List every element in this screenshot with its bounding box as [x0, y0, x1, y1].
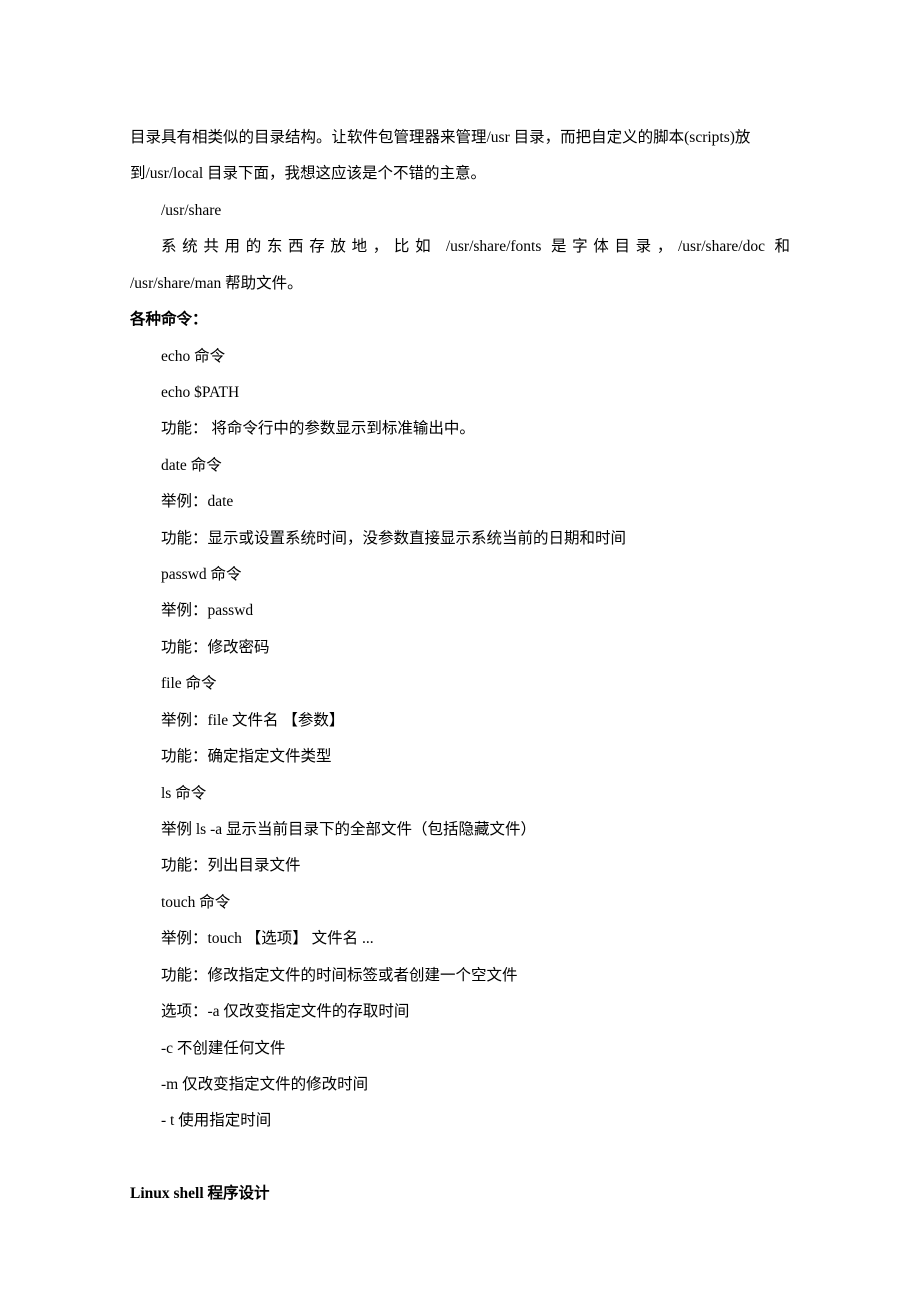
- cmd-touch-opt-c: -c 不创建任何文件: [130, 1031, 790, 1067]
- paragraph-share-desc-2: /usr/share/man 帮助文件。: [130, 266, 790, 302]
- cmd-touch-opt-m: -m 仅改变指定文件的修改时间: [130, 1067, 790, 1103]
- cmd-passwd-name: passwd 命令: [130, 557, 790, 593]
- cmd-echo-func: 功能： 将命令行中的参数显示到标准输出中。: [130, 411, 790, 447]
- cmd-touch-opt-t: - t 使用指定时间: [130, 1103, 790, 1139]
- cmd-date-func: 功能：显示或设置系统时间，没参数直接显示系统当前的日期和时间: [130, 521, 790, 557]
- paragraph-intro: 目录具有相类似的目录结构。让软件包管理器来管理/usr 目录，而把自定义的脚本(…: [130, 120, 790, 193]
- cmd-file-example: 举例：file 文件名 【参数】: [130, 703, 790, 739]
- cmd-echo-example: echo $PATH: [130, 375, 790, 411]
- cmd-ls-example: 举例 ls -a 显示当前目录下的全部文件（包括隐藏文件）: [130, 812, 790, 848]
- cmd-echo-name: echo 命令: [130, 339, 790, 375]
- cmd-date-example: 举例：date: [130, 484, 790, 520]
- cmd-touch-name: touch 命令: [130, 885, 790, 921]
- cmd-passwd-example: 举例：passwd: [130, 593, 790, 629]
- cmd-ls-name: ls 命令: [130, 776, 790, 812]
- cmd-ls-func: 功能：列出目录文件: [130, 848, 790, 884]
- cmd-file-func: 功能：确定指定文件类型: [130, 739, 790, 775]
- paragraph-usr-share: /usr/share: [130, 193, 790, 229]
- cmd-passwd-func: 功能：修改密码: [130, 630, 790, 666]
- cmd-date-name: date 命令: [130, 448, 790, 484]
- cmd-file-name: file 命令: [130, 666, 790, 702]
- cmd-touch-example: 举例：touch 【选项】 文件名 ...: [130, 921, 790, 957]
- heading-commands: 各种命令：: [130, 302, 790, 338]
- heading-linux-shell: Linux shell 程序设计: [130, 1176, 790, 1212]
- paragraph-share-desc-1: 系统共用的东西存放地，比如 /usr/share/fonts 是字体目录，/us…: [130, 229, 790, 265]
- cmd-touch-func: 功能：修改指定文件的时间标签或者创建一个空文件: [130, 958, 790, 994]
- cmd-touch-opt-a: 选项：-a 仅改变指定文件的存取时间: [130, 994, 790, 1030]
- blank-line: [130, 1140, 790, 1176]
- document-page: 目录具有相类似的目录结构。让软件包管理器来管理/usr 目录，而把自定义的脚本(…: [0, 0, 920, 1293]
